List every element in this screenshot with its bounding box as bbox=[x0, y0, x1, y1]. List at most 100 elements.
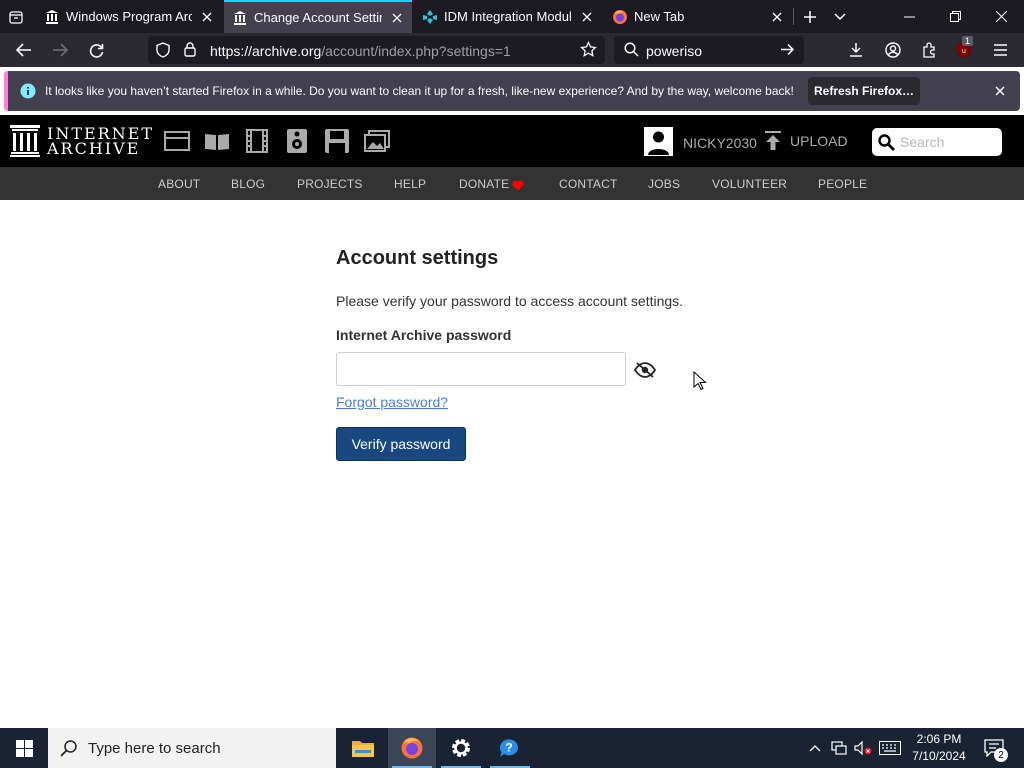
heart-icon bbox=[512, 178, 524, 196]
clock-date: 7/10/2024 bbox=[912, 749, 966, 763]
address-bar[interactable]: https://archive.org/account/index.php?se… bbox=[148, 36, 605, 64]
close-icon[interactable] bbox=[990, 81, 1010, 101]
menu-icon[interactable] bbox=[984, 33, 1016, 67]
close-icon[interactable] bbox=[388, 9, 406, 27]
software-icon[interactable] bbox=[324, 129, 350, 153]
close-icon[interactable] bbox=[198, 8, 216, 26]
tab-change-account-settings[interactable]: Change Account Settings bbox=[224, 0, 412, 33]
refresh-firefox-notification: It looks like you haven’t started Firefo… bbox=[4, 71, 1020, 111]
video-icon[interactable] bbox=[244, 129, 270, 153]
password-label: Internet Archive password bbox=[336, 327, 512, 343]
window-close-icon[interactable] bbox=[978, 0, 1024, 33]
browser-tab-strip: Windows Program Archi Change Account Set… bbox=[0, 0, 1024, 33]
svg-text:u: u bbox=[962, 48, 966, 55]
nav-jobs[interactable]: JOBS bbox=[648, 177, 680, 191]
lock-icon[interactable] bbox=[184, 42, 196, 62]
tab-title: IDM Integration Module bbox=[444, 9, 572, 24]
help-icon[interactable]: ? bbox=[486, 728, 534, 768]
audio-icon[interactable] bbox=[284, 129, 310, 153]
reload-icon[interactable] bbox=[80, 33, 112, 67]
notification-message: It looks like you haven’t started Firefo… bbox=[45, 84, 794, 98]
avatar[interactable] bbox=[644, 127, 673, 156]
new-tab-icon[interactable] bbox=[798, 0, 822, 33]
file-explorer-icon[interactable] bbox=[339, 728, 387, 768]
ia-logo-icon bbox=[10, 125, 40, 157]
ia-top-nav: ABOUT BLOG PROJECTS HELP DONATE CONTACT … bbox=[0, 167, 1024, 200]
tab-title: Windows Program Archi bbox=[66, 9, 192, 24]
password-field[interactable] bbox=[336, 352, 626, 386]
username[interactable]: NICKY2030 bbox=[683, 135, 757, 151]
page-title: Account settings bbox=[336, 247, 499, 269]
tracking-shield-icon[interactable] bbox=[156, 42, 170, 63]
search-icon bbox=[624, 42, 639, 62]
forgot-password-link[interactable]: Forgot password? bbox=[336, 394, 448, 410]
archive-favicon bbox=[44, 9, 60, 25]
nav-people[interactable]: PEOPLE bbox=[818, 177, 867, 191]
ia-search-input[interactable]: Search bbox=[872, 128, 1002, 156]
bookmark-star-icon[interactable] bbox=[580, 40, 597, 63]
search-icon bbox=[60, 739, 78, 762]
ia-header: INTERNET ARCHIVE NICKY2030 UPLOAD Search bbox=[0, 115, 1024, 167]
ia-search-placeholder: Search bbox=[900, 134, 945, 150]
url-path: /account/index.php?settings=1 bbox=[321, 43, 511, 59]
url-text: https://archive.org/account/index.php?se… bbox=[210, 43, 511, 59]
tab-list-icon[interactable] bbox=[0, 0, 32, 33]
account-icon[interactable] bbox=[877, 33, 909, 67]
keyboard-icon[interactable] bbox=[876, 728, 904, 768]
back-icon[interactable] bbox=[8, 33, 40, 67]
go-arrow-icon[interactable] bbox=[780, 43, 795, 61]
show-password-eye-icon[interactable] bbox=[633, 361, 657, 379]
taskbar-search-placeholder: Type here to search bbox=[88, 740, 221, 757]
web-icon[interactable] bbox=[164, 129, 190, 153]
search-bar[interactable]: poweriso bbox=[614, 36, 804, 64]
ia-logo[interactable]: INTERNET ARCHIVE bbox=[10, 125, 154, 157]
upload-label: UPLOAD bbox=[790, 133, 848, 149]
close-icon[interactable] bbox=[768, 8, 786, 26]
minimize-icon[interactable] bbox=[886, 0, 932, 33]
action-center-icon[interactable]: 2 bbox=[978, 728, 1010, 768]
tab-windows-program-archive[interactable]: Windows Program Archi bbox=[36, 0, 222, 33]
tab-new-tab[interactable]: New Tab bbox=[604, 0, 792, 33]
forward-icon[interactable] bbox=[44, 33, 76, 67]
tab-overflow-chevron-icon[interactable] bbox=[828, 0, 852, 33]
clock-time: 2:06 PM bbox=[916, 732, 962, 746]
taskbar-clock[interactable]: 2:06 PM 7/10/2024 bbox=[906, 731, 972, 765]
nav-blog[interactable]: BLOG bbox=[231, 177, 265, 191]
mouse-cursor-icon bbox=[693, 370, 707, 391]
taskbar-search-box[interactable]: Type here to search bbox=[48, 728, 336, 768]
url-host: https://archive.org bbox=[210, 43, 322, 59]
network-icon[interactable] bbox=[828, 728, 850, 768]
firefox-icon[interactable] bbox=[388, 728, 436, 768]
svg-text:?: ? bbox=[505, 741, 512, 755]
upload-button[interactable]: UPLOAD bbox=[764, 131, 848, 151]
tab-separator bbox=[793, 8, 794, 25]
extensions-icon[interactable] bbox=[913, 33, 945, 67]
idm-favicon bbox=[422, 9, 438, 25]
chevron-up-icon[interactable] bbox=[805, 728, 825, 768]
tab-idm-integration-module[interactable]: IDM Integration Module bbox=[414, 0, 602, 33]
nav-contact[interactable]: CONTACT bbox=[559, 177, 618, 191]
images-icon[interactable] bbox=[364, 129, 390, 153]
verify-password-button[interactable]: Verify password bbox=[336, 427, 466, 461]
nav-volunteer[interactable]: VOLUNTEER bbox=[712, 177, 787, 191]
tab-title: Change Account Settings bbox=[254, 10, 382, 25]
archive-favicon bbox=[232, 10, 248, 26]
refresh-firefox-button[interactable]: Refresh Firefox… bbox=[808, 77, 920, 105]
nav-help[interactable]: HELP bbox=[394, 177, 426, 191]
logo-line-2: ARCHIVE bbox=[47, 139, 141, 158]
restore-icon[interactable] bbox=[932, 0, 978, 33]
nav-projects[interactable]: PROJECTS bbox=[297, 177, 363, 191]
close-icon[interactable] bbox=[578, 8, 596, 26]
ublock-icon[interactable]: u 1 bbox=[948, 33, 980, 67]
notification-count-badge: 2 bbox=[994, 748, 1008, 762]
downloads-icon[interactable] bbox=[840, 33, 872, 67]
texts-icon[interactable] bbox=[204, 129, 230, 153]
volume-muted-icon[interactable] bbox=[852, 728, 874, 768]
nav-donate[interactable]: DONATE bbox=[459, 177, 509, 191]
windows-taskbar: Type here to search ? 2:06 PM 7/10/2024 … bbox=[0, 728, 1024, 768]
info-icon bbox=[20, 83, 36, 104]
search-bar-value: poweriso bbox=[646, 43, 703, 59]
windows-start-icon[interactable] bbox=[0, 728, 48, 768]
settings-gear-icon[interactable] bbox=[437, 728, 485, 768]
nav-about[interactable]: ABOUT bbox=[158, 177, 200, 191]
